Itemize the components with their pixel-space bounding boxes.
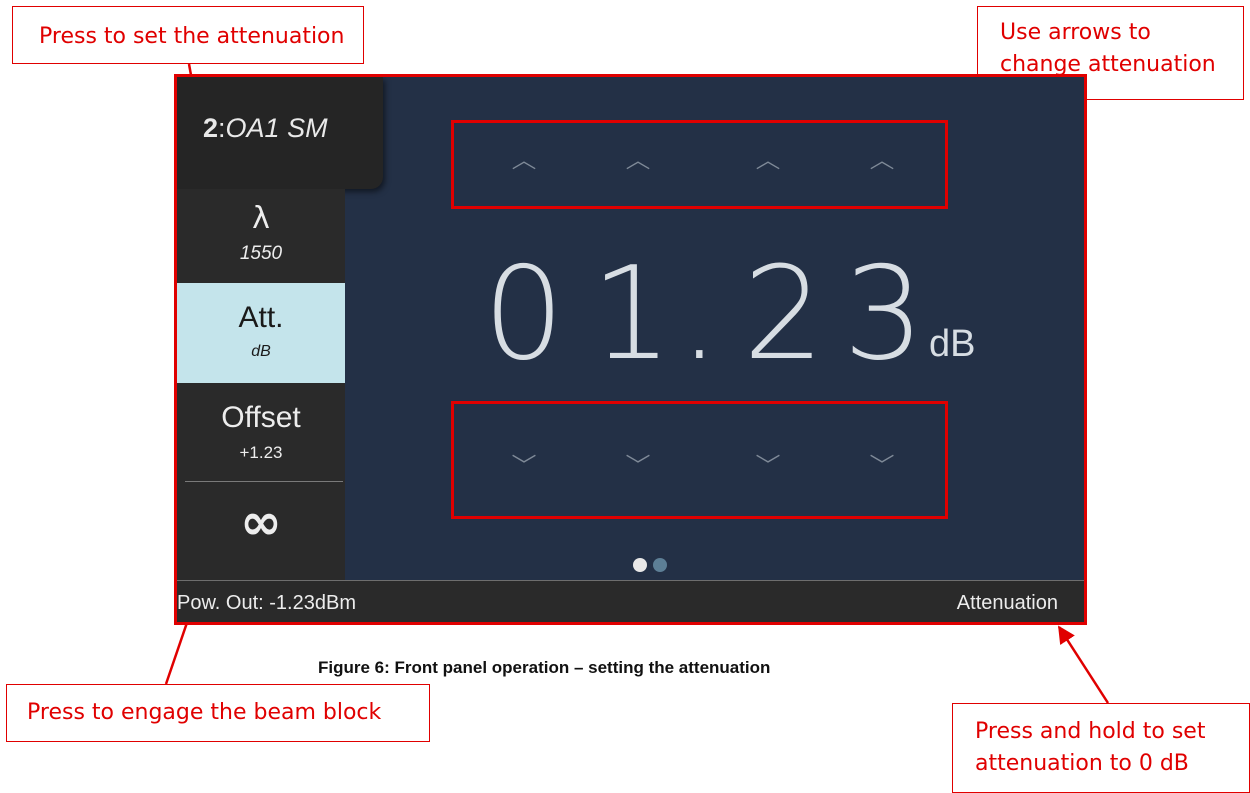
sidebar-item-attenuation[interactable]: Att. dB [177, 283, 345, 383]
reading-digit-hundredths: 3 [843, 240, 925, 389]
attenuation-reading: 0 1 . 2 3 dB [483, 245, 1043, 385]
reading-decimal-point: . [679, 240, 720, 389]
wavelength-value: 1550 [239, 243, 283, 264]
channel-separator: : [218, 113, 226, 143]
down-chevron-icon[interactable] [504, 404, 544, 516]
sidebar-divider [185, 481, 343, 482]
channel-tab[interactable]: 2:OA1 SM [177, 77, 383, 189]
page-dot-inactive[interactable] [653, 558, 667, 572]
up-chevron-icon[interactable] [504, 123, 544, 206]
down-chevron-icon[interactable] [748, 404, 788, 516]
wavelength-symbol: λ [252, 201, 270, 236]
attenuation-unit: dB [251, 343, 271, 360]
infinity-icon: ∞ [240, 493, 282, 551]
callout-reset-zero-line1: Press and hold to set [975, 719, 1206, 744]
offset-value: +1.23 [239, 443, 283, 462]
reading-digit-tens: 0 [483, 240, 565, 389]
callout-beam-block-text: Press to engage the beam block [27, 700, 382, 725]
page-dot-active[interactable] [633, 558, 647, 572]
down-chevron-icon[interactable] [862, 404, 902, 516]
callout-beam-block: Press to engage the beam block [6, 684, 430, 742]
up-arrows-highlight [451, 120, 948, 209]
callout-reset-zero: Press and hold to set attenuation to 0 d… [952, 703, 1250, 793]
channel-number: 2 [203, 113, 219, 143]
device-screen: 2:OA1 SM λ 1550 Att. dB Offset +1.23 ∞ 0… [174, 74, 1087, 625]
reading-digit-tenths: 2 [743, 240, 825, 389]
power-out-readout: Pow. Out: -1.23dBm [177, 592, 356, 614]
figure-caption: Figure 6: Front panel operation – settin… [318, 658, 771, 677]
callout-reset-zero-line2: attenuation to 0 dB [975, 751, 1189, 776]
callout-set-attenuation-text: Press to set the attenuation [39, 24, 345, 49]
up-chevron-icon[interactable] [748, 123, 788, 206]
sidebar-item-offset[interactable]: Offset +1.23 [177, 383, 345, 481]
up-chevron-icon[interactable] [618, 123, 658, 206]
sidebar-menu: λ 1550 Att. dB Offset +1.23 ∞ [177, 189, 345, 580]
reading-unit: dB [929, 323, 976, 365]
up-chevron-icon[interactable] [862, 123, 902, 206]
channel-label: 2:OA1 SM [203, 113, 328, 144]
callout-use-arrows-line1: Use arrows to [1000, 20, 1151, 45]
offset-label: Offset [221, 401, 301, 434]
channel-name: OA1 SM [225, 113, 328, 143]
mode-label[interactable]: Attenuation [957, 592, 1058, 615]
reading-digit-ones: 1 [591, 240, 673, 389]
leader-zero [1057, 625, 1110, 704]
status-bar: Pow. Out: -1.23dBm Attenuation [177, 580, 1084, 622]
callout-set-attenuation: Press to set the attenuation [12, 6, 364, 64]
sidebar-item-wavelength[interactable]: λ 1550 [177, 189, 345, 282]
down-chevron-icon[interactable] [618, 404, 658, 516]
sidebar-item-beam-block[interactable]: ∞ [177, 483, 345, 580]
attenuation-label: Att. [238, 301, 284, 334]
down-arrows-highlight [451, 401, 948, 519]
